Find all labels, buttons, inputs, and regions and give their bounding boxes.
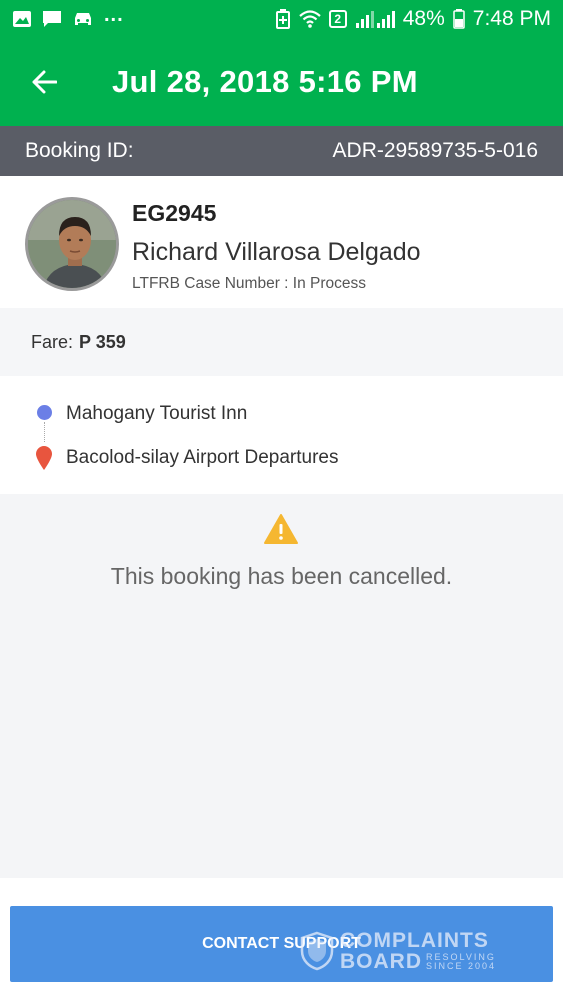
shield-logo-icon bbox=[300, 931, 334, 971]
page-title: Jul 28, 2018 5:16 PM bbox=[112, 64, 418, 99]
fare-value: P 359 bbox=[79, 331, 126, 352]
sim-badge: 2 bbox=[328, 10, 347, 28]
cancellation-notice: This booking has been cancelled. bbox=[0, 494, 563, 878]
battery-saver-icon bbox=[275, 9, 290, 29]
driver-photo bbox=[28, 200, 116, 288]
route-card: Mahogany Tourist Inn Bacolod-silay Airpo… bbox=[0, 376, 563, 494]
booking-id-value: ADR-29589735-5-016 bbox=[332, 139, 538, 162]
back-arrow-icon bbox=[32, 70, 57, 94]
fare-label: Fare: bbox=[31, 331, 74, 352]
plate-number: EG2945 bbox=[132, 200, 217, 226]
wifi-icon bbox=[299, 10, 321, 28]
driver-avatar bbox=[25, 197, 119, 291]
ltfrb-case-number: LTFRB Case Number : In Process bbox=[132, 275, 367, 292]
driver-name: Richard Villarosa Delgado bbox=[132, 238, 421, 266]
battery-icon bbox=[453, 9, 465, 29]
pickup-dot-icon bbox=[37, 405, 52, 420]
signal-icon bbox=[355, 11, 395, 28]
dropoff-pin-icon bbox=[36, 446, 52, 470]
watermark-brand-bottom: BOARD bbox=[340, 950, 422, 973]
clock: 7:48 PM bbox=[472, 7, 551, 30]
dropoff-location: Bacolod-silay Airport Departures bbox=[66, 447, 339, 468]
fare-row: Fare: P 359 bbox=[0, 308, 563, 376]
back-button[interactable] bbox=[0, 38, 88, 126]
booking-id-bar: Booking ID: ADR-29589735-5-016 bbox=[0, 126, 563, 176]
driver-card: EG2945 Richard Villarosa Delgado LTFRB C… bbox=[0, 176, 563, 308]
battery-percent: 48% bbox=[402, 7, 445, 30]
status-bar: ... 2 48% 7:48 PM bbox=[0, 0, 563, 38]
cancellation-message: This booking has been cancelled. bbox=[110, 563, 453, 589]
app-bar: Jul 28, 2018 5:16 PM bbox=[0, 38, 563, 126]
notification-icons: ... bbox=[12, 4, 124, 28]
pickup-location: Mahogany Tourist Inn bbox=[66, 403, 248, 424]
route-connector bbox=[44, 422, 45, 442]
warning-icon bbox=[264, 514, 298, 544]
image-icon bbox=[13, 11, 31, 27]
watermark-brand-top: COMPLAINTS bbox=[340, 929, 489, 952]
more-notifications: ... bbox=[104, 3, 124, 26]
message-icon bbox=[43, 11, 61, 27]
car-icon bbox=[75, 13, 91, 25]
complaints-board-watermark: COMPLAINTS BOARD RESOLVING SINCE 2004 bbox=[300, 930, 496, 972]
watermark-tagline-2: SINCE 2004 bbox=[426, 960, 497, 971]
booking-id-label: Booking ID: bbox=[25, 139, 134, 162]
